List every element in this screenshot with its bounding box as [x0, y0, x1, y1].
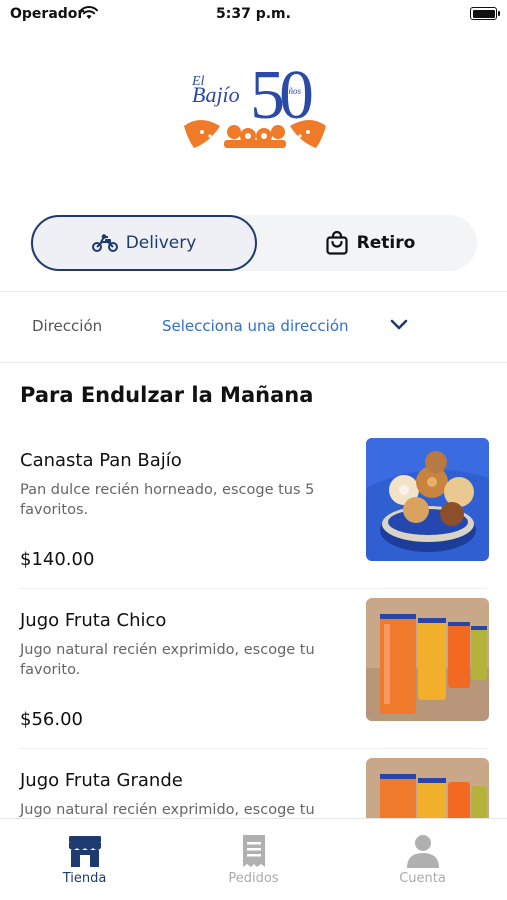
battery-icon	[470, 7, 500, 20]
section-title: Para Endulzar la Mañana	[20, 383, 314, 407]
product-description: Jugo natural recién exprimido, escoge tu…	[20, 642, 315, 678]
product-price: $140.00	[20, 549, 95, 570]
shopping-bag-icon	[326, 231, 348, 255]
delivery-mode-toggle: Delivery Retiro	[30, 215, 477, 271]
pickup-label: Retiro	[356, 233, 416, 253]
divider	[20, 588, 487, 589]
divider	[20, 748, 487, 749]
address-selector[interactable]: Dirección Selecciona una dirección	[0, 292, 507, 362]
bottom-tab-bar: Tienda Pedidos Cuenta	[0, 818, 507, 900]
clock: 5:37 p.m.	[216, 6, 291, 22]
motorcycle-icon	[91, 234, 118, 252]
product-price: $56.00	[20, 709, 83, 730]
tab-cuenta[interactable]: Cuenta	[338, 819, 507, 900]
person-icon	[407, 835, 439, 868]
product-name: Canasta Pan Bajío	[20, 450, 182, 471]
product-name: Jugo Fruta Grande	[20, 770, 183, 791]
address-value[interactable]: Selecciona una dirección	[162, 317, 349, 335]
delivery-button[interactable]: Delivery	[31, 215, 257, 271]
tab-label: Tienda	[62, 871, 107, 886]
logo-text-anos: años	[284, 86, 302, 96]
tab-tienda[interactable]: Tienda	[0, 819, 169, 900]
tab-label: Pedidos	[228, 871, 279, 886]
logo-text-bajio: Bajío	[192, 82, 240, 107]
delivery-label: Delivery	[125, 233, 197, 253]
receipt-icon	[243, 835, 265, 867]
tab-pedidos[interactable]: Pedidos	[169, 819, 338, 900]
store-icon	[69, 836, 101, 867]
product-description: Jugo natural recién exprimido, escoge tu	[20, 802, 315, 818]
tab-label: Cuenta	[399, 871, 446, 886]
product-item[interactable]: Canasta Pan Bajío Pan dulce recién horne…	[0, 438, 507, 610]
restaurant-logo: El Bajío 50 años	[180, 40, 330, 155]
product-item[interactable]: Jugo Fruta Chico Jugo natural recién exp…	[0, 598, 507, 770]
product-name: Jugo Fruta Chico	[20, 610, 167, 631]
status-bar: Operador 5:37 p.m.	[0, 0, 507, 28]
pickup-button[interactable]: Retiro	[264, 215, 476, 271]
product-description: Pan dulce recién horneado, escoge tus 5 …	[20, 482, 315, 518]
address-label: Dirección	[32, 317, 103, 335]
product-image[interactable]	[366, 598, 489, 721]
divider	[0, 362, 507, 363]
chevron-down-icon[interactable]	[388, 318, 410, 332]
product-image[interactable]	[366, 438, 489, 561]
